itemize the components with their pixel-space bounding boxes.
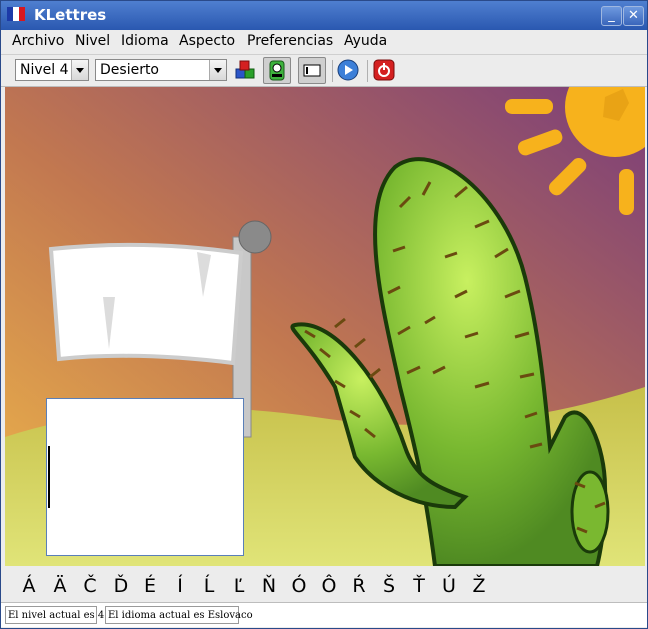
window-title: KLettres xyxy=(34,6,107,24)
letter-button[interactable]: Ä xyxy=(48,575,72,597)
quit-button[interactable] xyxy=(371,57,399,84)
application-window: KLettres _ ✕ Archivo Nivel Idioma Aspect… xyxy=(0,0,648,629)
letter-button[interactable]: Ť xyxy=(407,575,431,597)
close-button[interactable]: ✕ xyxy=(623,6,644,26)
theme-select[interactable]: Desierto xyxy=(95,59,227,81)
letter-button[interactable]: Ď xyxy=(109,575,133,597)
menu-idioma[interactable]: Idioma xyxy=(121,33,169,49)
letter-button[interactable]: Ô xyxy=(317,575,341,597)
toolbar-separator xyxy=(332,60,333,82)
menu-bar: Archivo Nivel Idioma Aspecto Preferencia… xyxy=(1,30,647,55)
status-level: El nivel actual es 4 xyxy=(5,606,104,624)
menubar-toggle-icon xyxy=(303,64,321,77)
letter-button[interactable]: Š xyxy=(377,575,401,597)
letter-button[interactable]: Í xyxy=(168,575,192,597)
title-bar[interactable]: KLettres _ ✕ xyxy=(1,1,647,30)
next-button[interactable] xyxy=(335,57,363,84)
quit-icon xyxy=(373,59,395,81)
menu-ayuda[interactable]: Ayuda xyxy=(344,33,387,49)
toolbar-separator xyxy=(367,60,368,82)
minimize-button[interactable]: _ xyxy=(601,6,622,26)
special-letters-bar: Á Ä Č Ď É Í Ĺ Ľ Ň Ó Ô Ŕ Š Ť Ú Ž xyxy=(1,567,647,601)
menu-preferencias[interactable]: Preferencias xyxy=(247,33,333,49)
letter-button[interactable]: Ň xyxy=(257,575,281,597)
level-select-value: Nivel 4 xyxy=(20,62,69,78)
text-cursor xyxy=(48,446,50,508)
status-bar: El nivel actual es 4 El idioma actual es… xyxy=(1,602,647,627)
letter-button[interactable]: Ú xyxy=(437,575,461,597)
status-language: El idioma actual es Eslovaco xyxy=(105,606,253,624)
menu-aspecto[interactable]: Aspecto xyxy=(179,33,235,49)
menu-archivo[interactable]: Archivo xyxy=(12,33,64,49)
grown-up-icon xyxy=(269,60,285,81)
kid-mode-button[interactable] xyxy=(233,57,261,84)
letter-button[interactable]: Ž xyxy=(467,575,491,597)
toolbar: Nivel 4 Desierto xyxy=(1,55,647,87)
app-flag-icon xyxy=(7,7,25,21)
letter-button[interactable]: Ĺ xyxy=(197,575,221,597)
level-select[interactable]: Nivel 4 xyxy=(15,59,89,81)
grown-up-mode-button[interactable] xyxy=(263,57,291,84)
close-icon: ✕ xyxy=(628,8,639,23)
letter-button[interactable]: Ľ xyxy=(227,575,251,597)
letter-button[interactable]: Á xyxy=(17,575,41,597)
theme-select-value: Desierto xyxy=(100,62,160,78)
answer-input-box[interactable] xyxy=(46,398,244,556)
letter-button[interactable]: Č xyxy=(78,575,102,597)
menu-nivel[interactable]: Nivel xyxy=(75,33,110,49)
play-icon xyxy=(337,59,359,81)
chevron-down-icon xyxy=(209,60,226,80)
menubar-toggle-button[interactable] xyxy=(298,57,326,84)
letter-button[interactable]: Ó xyxy=(287,575,311,597)
minimize-icon: _ xyxy=(608,8,615,23)
letter-button[interactable]: Ŕ xyxy=(347,575,371,597)
chevron-down-icon xyxy=(71,60,88,80)
letter-button[interactable]: É xyxy=(138,575,162,597)
blocks-icon xyxy=(235,60,255,79)
